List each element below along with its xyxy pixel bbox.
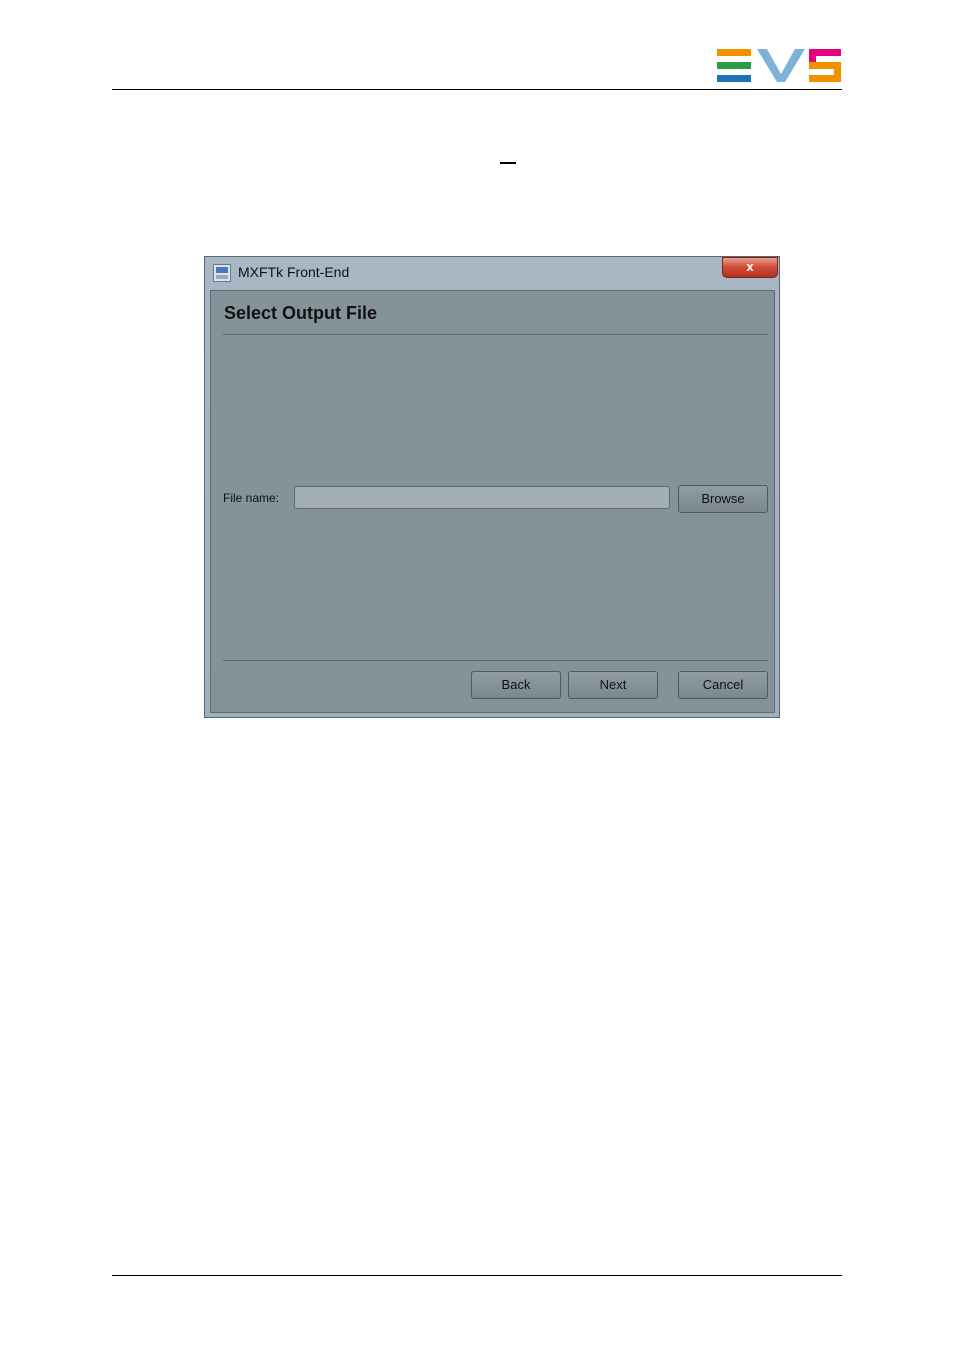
- title-bar[interactable]: MXFTk Front-End x: [205, 257, 779, 290]
- app-icon: [213, 264, 231, 282]
- close-button[interactable]: x: [722, 257, 778, 278]
- file-name-input[interactable]: [294, 486, 670, 509]
- header-rule: [112, 89, 842, 90]
- evs-logo: [717, 49, 841, 82]
- next-button[interactable]: Next: [568, 671, 658, 699]
- header-separator: [223, 334, 768, 335]
- wizard-panel: Select Output File File name: Browse Bac…: [210, 290, 775, 713]
- footer-separator: [223, 660, 768, 661]
- mxftk-window: MXFTk Front-End x Select Output File Fil…: [204, 256, 780, 718]
- dash-mark: [500, 162, 516, 164]
- file-name-label: File name:: [223, 491, 280, 505]
- footer-rule: [112, 1275, 842, 1276]
- page-title: Select Output File: [224, 303, 378, 323]
- cancel-button[interactable]: Cancel: [678, 671, 768, 699]
- window-title: MXFTk Front-End: [238, 264, 350, 280]
- browse-button[interactable]: Browse: [678, 485, 768, 513]
- back-button[interactable]: Back: [471, 671, 561, 699]
